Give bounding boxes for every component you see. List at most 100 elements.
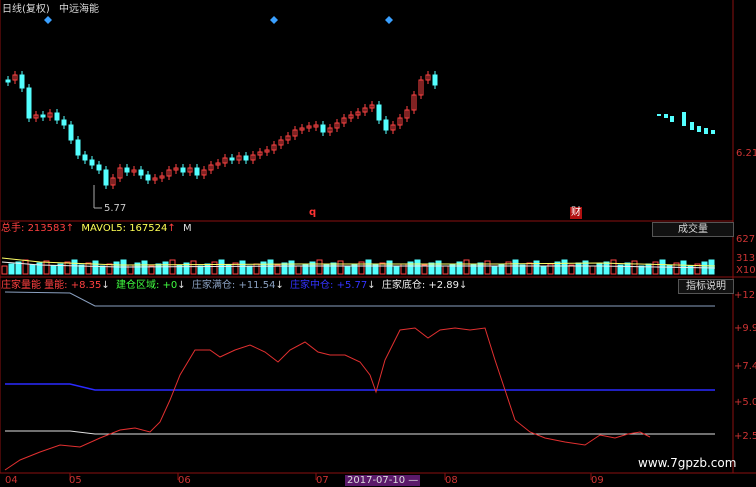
volume-bar: [155, 263, 162, 275]
volume-bar: [561, 259, 568, 275]
financial-report-marker[interactable]: 财: [570, 207, 582, 219]
volume-bar: [29, 264, 36, 275]
candle-body: [103, 169, 109, 186]
candle-body: [711, 130, 715, 134]
candle-body: [432, 74, 438, 86]
candle-body: [5, 79, 11, 83]
indicator-y-tick: +7.4: [734, 361, 756, 372]
volume-bar: [575, 262, 582, 275]
volume-bar: [316, 259, 323, 275]
candle-body: [68, 124, 74, 141]
volume-bar: [1, 265, 8, 275]
volume-bar: [652, 261, 659, 275]
volume-bar: [624, 262, 631, 275]
indicator-help-button[interactable]: 指标说明: [678, 279, 734, 294]
candle-body: [690, 122, 694, 130]
event-marker-q[interactable]: q: [309, 207, 316, 219]
indicator-name: 庄家量能 量能:: [1, 280, 68, 291]
volume-bar: [246, 265, 253, 275]
volume-y-tick: 627: [736, 234, 756, 245]
volume-bar: [267, 259, 274, 275]
candle-body: [376, 104, 382, 121]
candle-body: [124, 167, 130, 173]
volume-bar: [540, 265, 547, 275]
volume-bar: [393, 265, 400, 275]
volume-bar: [43, 260, 50, 275]
volume-bar: [239, 260, 246, 275]
volume-bar: [92, 260, 99, 275]
total-volume-label: 总手:: [1, 223, 25, 234]
volume-bar: [197, 265, 204, 275]
volume-bar: [491, 265, 498, 275]
chart-canvas[interactable]: [0, 0, 756, 487]
volume-bar: [484, 260, 491, 275]
volume-y-tick: 313: [736, 253, 756, 264]
full-position-line: [4, 291, 715, 307]
indicator-label-5: 庄家底仓:: [381, 280, 426, 291]
low-price-label: 5.77: [104, 203, 127, 214]
volume-bar: [141, 260, 148, 275]
indicator-y-tick: +5.0: [734, 397, 756, 408]
volume-bar: [708, 259, 715, 275]
candle-body: [180, 167, 186, 173]
volume-bar: [645, 263, 652, 275]
candle-body: [704, 128, 708, 134]
volume-indicator-button[interactable]: 成交量: [652, 222, 734, 237]
mavol5-value: 167524: [129, 223, 168, 234]
candle-body: [657, 114, 661, 116]
mid-position-line: [5, 383, 715, 391]
volume-bar: [190, 260, 197, 275]
candle-body: [670, 116, 674, 122]
candle-body: [82, 154, 88, 161]
watermark: www.7gpzb.com: [638, 456, 737, 470]
candle-body: [89, 159, 95, 166]
volume-bar: [113, 261, 120, 275]
total-volume-value: 213583: [27, 223, 66, 234]
candle-body: [664, 114, 668, 118]
stock-chart-window: 日线(复权) 中远海能 6.21 5.77 q 财 总手: 213583↑ MA…: [0, 0, 756, 487]
volume-bar: [463, 259, 470, 275]
volume-bar: [512, 259, 519, 275]
down-arrow-icon: ↓: [275, 280, 284, 291]
volume-bar: [533, 260, 540, 275]
indicator-value-4: +5.77: [336, 280, 368, 291]
volume-bar: [127, 264, 134, 275]
down-arrow-icon: ↓: [367, 280, 376, 291]
candle-body: [229, 157, 235, 161]
volume-bar: [344, 265, 351, 275]
candle-body: [61, 119, 67, 126]
volume-bar: [442, 265, 449, 275]
x-axis-month: 07: [316, 475, 329, 486]
candle-body: [26, 87, 32, 119]
volume-bar: [330, 262, 337, 275]
indicator-label-3: 庄家满仓:: [191, 280, 236, 291]
volume-bar: [477, 262, 484, 275]
candle-body: [243, 155, 249, 161]
volume-legend: 总手: 213583↑ MAVOL5: 167524↑ M: [1, 223, 192, 235]
volume-bar: [71, 259, 78, 275]
indicator-legend: 庄家量能 量能: +8.35↓ 建仓区域: +0↓ 庄家满仓: +11.54↓ …: [1, 280, 467, 292]
x-axis-month: 09: [591, 475, 604, 486]
candle-body: [75, 139, 81, 156]
x-axis-date-highlight: 2017-07-10 —: [345, 475, 421, 486]
candle-body: [383, 119, 389, 131]
volume-bar: [603, 261, 610, 275]
volume-bar: [162, 261, 169, 275]
indicator-label-4: 庄家中仓:: [290, 280, 334, 291]
down-arrow-icon: ↓: [459, 280, 468, 291]
volume-bar: [386, 260, 393, 275]
volume-bar: [218, 259, 225, 275]
volume-bar: [85, 262, 92, 275]
candle-body: [138, 169, 144, 176]
volume-bar: [281, 262, 288, 275]
volume-bar: [211, 261, 218, 275]
volume-bar: [288, 260, 295, 275]
volume-bar: [8, 263, 15, 275]
down-arrow-icon: ↓: [101, 280, 110, 291]
volume-bar: [526, 262, 533, 275]
volume-bar: [428, 262, 435, 275]
x-axis-month: 04: [5, 475, 18, 486]
volume-bar: [379, 262, 386, 275]
mavol5-label: MAVOL5:: [81, 223, 126, 234]
indicator-value-3: +11.54: [238, 280, 276, 291]
